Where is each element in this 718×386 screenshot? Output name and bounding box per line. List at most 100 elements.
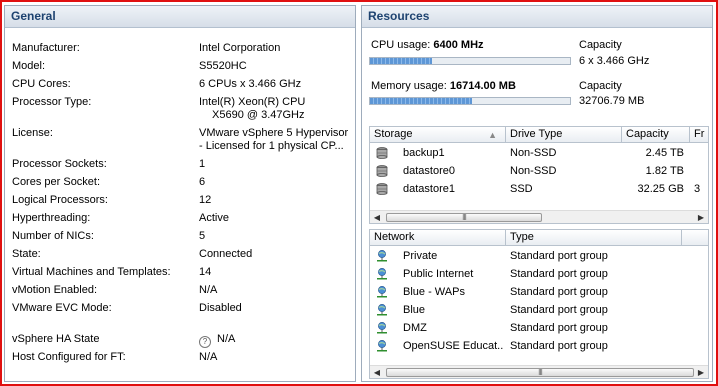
network-name: OpenSUSE Educat... <box>403 340 503 352</box>
column-label: Storage <box>374 128 413 140</box>
row-label: Number of NICs: <box>12 230 94 242</box>
scrollbar-thumb[interactable]: III <box>386 213 542 222</box>
general-row-vms-templates: Virtual Machines and Templates: 14 <box>12 266 352 282</box>
cpu-usage-value: 6400 MHz <box>433 39 484 51</box>
general-row-cores-per-socket: Cores per Socket: 6 <box>12 176 352 192</box>
row-label: vSphere HA State <box>12 333 100 345</box>
table-row[interactable]: backup1 Non-SSD 2.45 TB <box>370 144 708 162</box>
cpu-usage-label: CPU usage: 6400 MHz <box>371 39 484 51</box>
general-row-number-of-nics: Number of NICs: 5 <box>12 230 352 246</box>
row-label: Model: <box>12 60 46 72</box>
network-icon <box>377 286 387 298</box>
memory-usage-bar-fill <box>370 98 472 104</box>
scroll-right-icon[interactable]: ▶ <box>695 211 707 223</box>
datastore-icon <box>376 183 388 195</box>
row-value: N/A <box>199 351 218 363</box>
list-item[interactable]: Public Internet Standard port group <box>370 265 708 283</box>
cpu-capacity-value: 6 x 3.466 GHz <box>579 55 650 67</box>
network-icon <box>377 268 387 280</box>
network-name: Private <box>403 250 438 262</box>
network-col-network[interactable]: Network <box>370 230 506 246</box>
storage-free: 3 <box>694 183 701 195</box>
table-row[interactable]: datastore0 Non-SSD 1.82 TB <box>370 162 708 180</box>
row-label: License: <box>12 127 53 139</box>
general-row-manufacturer: Manufacturer: Intel Corporation <box>12 42 352 58</box>
row-value: 12 <box>199 194 212 206</box>
row-value-continued: X5690 @ 3.47GHz <box>212 109 305 121</box>
storage-drive-type: SSD <box>510 183 533 195</box>
row-label: State: <box>12 248 41 260</box>
network-icon <box>377 340 387 352</box>
storage-capacity: 32.25 GB <box>637 183 684 195</box>
network-type: Standard port group <box>510 286 608 298</box>
resources-panel: Resources CPU usage: 6400 MHz Capacity 6… <box>361 5 713 382</box>
storage-name: datastore0 <box>403 165 455 177</box>
storage-drive-type: Non-SSD <box>510 147 557 159</box>
row-value: 6 CPUs x 3.466 GHz <box>199 78 302 90</box>
row-value-continued: - Licensed for 1 physical CP... <box>199 140 344 152</box>
scroll-left-icon[interactable]: ◀ <box>371 366 383 378</box>
resources-panel-title: Resources <box>362 6 712 28</box>
network-table: Network Type Private Standard port group… <box>369 229 709 379</box>
storage-col-drive-type[interactable]: Drive Type <box>506 127 622 143</box>
general-row-processor-sockets: Processor Sockets: 1 <box>12 158 352 174</box>
general-row-hyperthreading: Hyperthreading: Active <box>12 212 352 228</box>
memory-usage-bar <box>369 97 571 105</box>
general-row-ft-configured: Host Configured for FT: N/A <box>12 351 352 367</box>
row-value: Disabled <box>199 302 242 314</box>
storage-col-capacity[interactable]: Capacity <box>622 127 690 143</box>
memory-capacity-label: Capacity <box>579 80 622 92</box>
row-value: N/A <box>199 284 218 296</box>
sort-ascending-icon: ▲ <box>488 130 497 140</box>
storage-col-storage[interactable]: Storage ▲ <box>370 127 506 143</box>
network-icon <box>377 322 387 334</box>
row-label: Host Configured for FT: <box>12 351 126 363</box>
list-item[interactable]: Blue Standard port group <box>370 301 708 319</box>
storage-capacity: 2.45 TB <box>645 147 684 159</box>
list-item[interactable]: OpenSUSE Educat... Standard port group <box>370 337 708 355</box>
row-value: 14 <box>199 266 212 278</box>
scroll-right-icon[interactable]: ▶ <box>695 366 707 378</box>
list-item[interactable]: Private Standard port group <box>370 247 708 265</box>
row-label: Processor Type: <box>12 96 92 108</box>
storage-table-header: Storage ▲ Drive Type Capacity Fr <box>370 127 708 143</box>
network-icon <box>377 304 387 316</box>
list-item[interactable]: Blue - WAPs Standard port group <box>370 283 708 301</box>
network-horizontal-scrollbar[interactable]: ◀ III ▶ <box>370 365 708 378</box>
scrollbar-grip: III <box>538 368 543 377</box>
network-name: Public Internet <box>403 268 474 280</box>
general-row-ha-state: vSphere HA State ? N/A <box>12 333 352 349</box>
row-value: S5520HC <box>199 60 247 72</box>
network-table-header: Network Type <box>370 230 708 246</box>
row-value: 5 <box>199 230 206 242</box>
network-col-type[interactable]: Type <box>506 230 682 246</box>
cpu-usage-bar-fill <box>370 58 432 64</box>
storage-horizontal-scrollbar[interactable]: ◀ III ▶ <box>370 210 708 223</box>
row-label: Manufacturer: <box>12 42 80 54</box>
network-name: DMZ <box>403 322 427 334</box>
row-label: Virtual Machines and Templates: <box>12 266 171 278</box>
list-item[interactable]: DMZ Standard port group <box>370 319 708 337</box>
scrollbar-thumb[interactable]: III <box>386 368 694 377</box>
cpu-usage-caption: CPU usage: <box>371 39 431 51</box>
row-label: CPU Cores: <box>12 78 71 90</box>
table-row[interactable]: datastore1 SSD 32.25 GB 3 <box>370 180 708 198</box>
network-type: Standard port group <box>510 322 608 334</box>
memory-capacity-value: 32706.79 MB <box>579 95 645 107</box>
storage-capacity: 1.82 TB <box>645 165 684 177</box>
row-value: 1 <box>199 158 206 170</box>
cpu-capacity-label: Capacity <box>579 39 622 51</box>
row-value: Connected <box>199 248 253 260</box>
help-icon[interactable]: ? <box>199 336 211 348</box>
storage-drive-type: Non-SSD <box>510 165 557 177</box>
row-value: Intel Corporation <box>199 42 281 54</box>
general-panel-title: General <box>5 6 355 28</box>
general-row-logical-processors: Logical Processors: 12 <box>12 194 352 210</box>
memory-usage-value: 16714.00 MB <box>449 80 516 92</box>
general-row-evc-mode: VMware EVC Mode: Disabled <box>12 302 352 318</box>
row-value: 6 <box>199 176 206 188</box>
storage-col-free[interactable]: Fr <box>690 127 708 143</box>
scroll-left-icon[interactable]: ◀ <box>371 211 383 223</box>
network-icon <box>377 250 387 262</box>
datastore-icon <box>376 165 388 177</box>
